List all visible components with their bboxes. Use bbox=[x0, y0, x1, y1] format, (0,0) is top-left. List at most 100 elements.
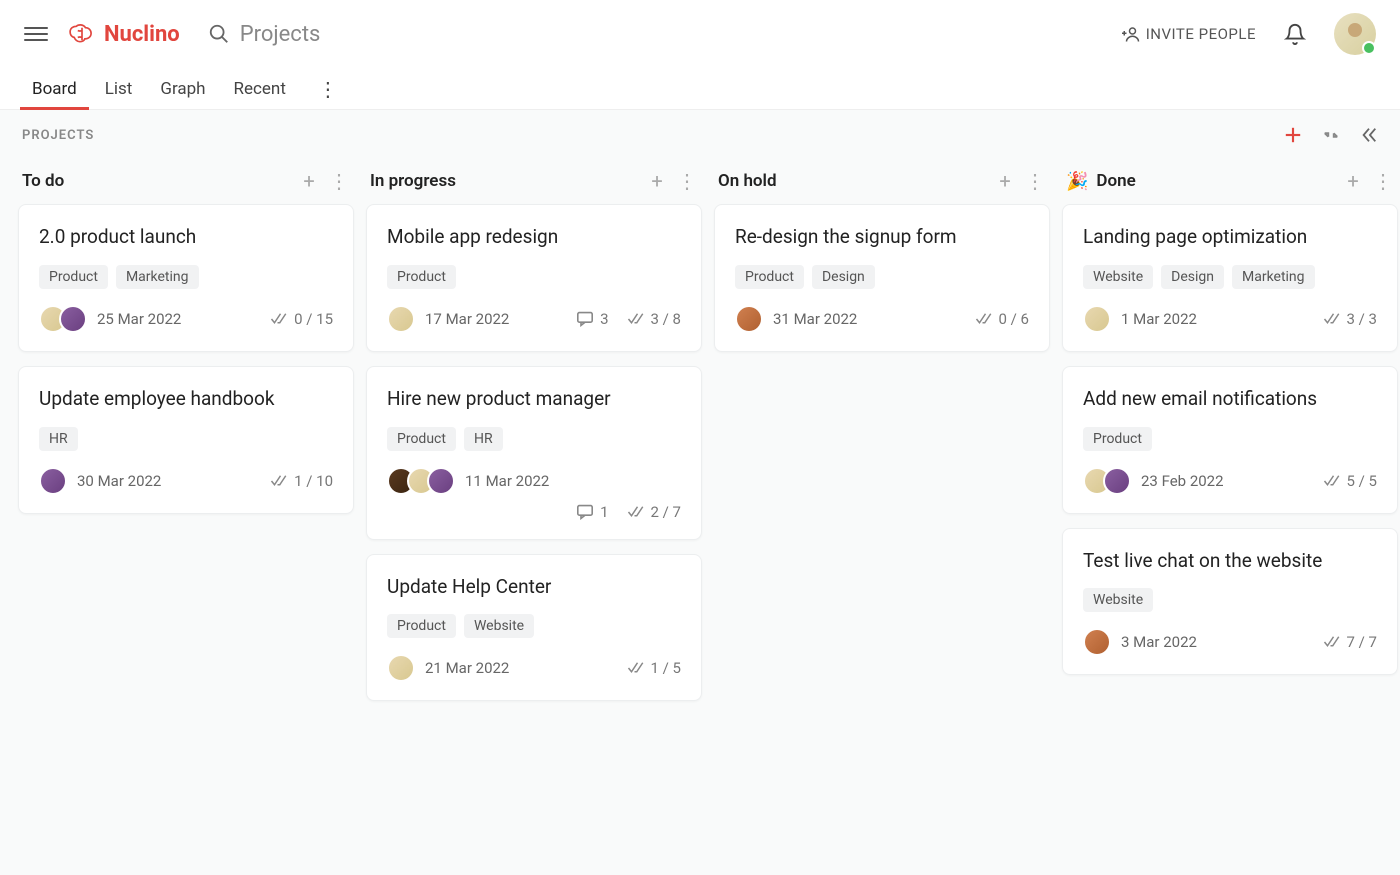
card[interactable]: Test live chat on the website Website 3 Ma… bbox=[1062, 528, 1398, 676]
topbar: Nuclino Projects INVITE PEOPLE bbox=[0, 0, 1400, 68]
card-date: 3 Mar 2022 bbox=[1121, 633, 1197, 651]
user-avatar[interactable] bbox=[1334, 13, 1376, 55]
card[interactable]: Re-design the signup form Product Design 31… bbox=[714, 204, 1050, 352]
card-title: Update employee handbook bbox=[39, 387, 333, 411]
card-avatars[interactable] bbox=[387, 467, 455, 495]
tag[interactable]: Product bbox=[735, 265, 804, 289]
checklist-count: 7 / 7 bbox=[1323, 633, 1378, 651]
collapse-icon[interactable] bbox=[1322, 126, 1340, 144]
card-avatars[interactable] bbox=[39, 305, 87, 333]
card[interactable]: Update employee handbook HR 30 Mar 2022 1 /… bbox=[18, 366, 354, 514]
tab-recent[interactable]: Recent bbox=[234, 68, 286, 109]
card-title: Add new email notifications bbox=[1083, 387, 1377, 411]
checklist-count: 2 / 7 bbox=[627, 503, 682, 521]
card-avatars[interactable] bbox=[387, 305, 415, 333]
avatar bbox=[735, 305, 763, 333]
tag[interactable]: HR bbox=[464, 427, 503, 451]
card-date: 30 Mar 2022 bbox=[77, 472, 161, 490]
column-more-icon[interactable] bbox=[328, 170, 350, 192]
column-title: On hold bbox=[718, 171, 777, 191]
card-tags: Product Website bbox=[387, 614, 681, 638]
checklist-count: 0 / 15 bbox=[270, 310, 333, 328]
avatar bbox=[39, 467, 67, 495]
card-date: 17 Mar 2022 bbox=[425, 310, 509, 328]
tab-board[interactable]: Board bbox=[32, 68, 77, 109]
tag[interactable]: Website bbox=[464, 614, 534, 638]
tag[interactable]: Product bbox=[387, 265, 456, 289]
column-header: On hold + bbox=[714, 164, 1050, 204]
column-title: In progress bbox=[370, 171, 456, 191]
card-avatars[interactable] bbox=[387, 654, 415, 682]
search[interactable]: Projects bbox=[208, 22, 321, 47]
card-avatars[interactable] bbox=[735, 305, 763, 333]
add-button[interactable] bbox=[1284, 126, 1302, 144]
invite-people-button[interactable]: INVITE PEOPLE bbox=[1122, 25, 1256, 43]
card-footer: 25 Mar 2022 0 / 15 bbox=[39, 305, 333, 333]
column-more-icon[interactable] bbox=[1372, 170, 1394, 192]
card-avatars[interactable] bbox=[1083, 467, 1131, 495]
avatar bbox=[1083, 305, 1111, 333]
card-title: Test live chat on the website bbox=[1083, 549, 1377, 573]
card[interactable]: Add new email notificationsProduct23 Feb… bbox=[1062, 366, 1398, 514]
tag[interactable]: Design bbox=[1161, 265, 1224, 289]
column-add-icon[interactable]: + bbox=[994, 170, 1016, 192]
column-add-icon[interactable]: + bbox=[1342, 170, 1364, 192]
card[interactable]: Mobile app redesign Product 17 Mar 202233 … bbox=[366, 204, 702, 352]
card[interactable]: Hire new product managerProductHR11 Mar … bbox=[366, 366, 702, 540]
column: On hold + Re-design the signup form Product… bbox=[714, 164, 1050, 366]
tag[interactable]: Product bbox=[1083, 427, 1152, 451]
checklist-count: 0 / 6 bbox=[975, 310, 1030, 328]
notifications-icon[interactable] bbox=[1284, 23, 1306, 45]
search-icon bbox=[208, 23, 230, 45]
breadcrumb[interactable]: PROJECTS bbox=[22, 128, 94, 143]
column-more-icon[interactable] bbox=[676, 170, 698, 192]
column-title: Done bbox=[1096, 171, 1135, 191]
search-placeholder: Projects bbox=[240, 22, 321, 47]
card-title: Mobile app redesign bbox=[387, 225, 681, 249]
tab-list[interactable]: List bbox=[105, 68, 133, 109]
column-add-icon[interactable]: + bbox=[298, 170, 320, 192]
card-title: Re-design the signup form bbox=[735, 225, 1029, 249]
checklist-count: 1 / 10 bbox=[270, 472, 333, 490]
card-title: Landing page optimization bbox=[1083, 225, 1377, 249]
logo-text: Nuclino bbox=[104, 22, 180, 47]
invite-label: INVITE PEOPLE bbox=[1146, 25, 1256, 43]
card-avatars[interactable] bbox=[1083, 628, 1111, 656]
logo[interactable]: Nuclino bbox=[68, 22, 180, 47]
card[interactable]: Landing page optimization Website Design Ma… bbox=[1062, 204, 1398, 352]
tag[interactable]: HR bbox=[39, 427, 78, 451]
invite-icon bbox=[1122, 26, 1140, 42]
column-more-icon[interactable] bbox=[1024, 170, 1046, 192]
card-footer: 11 Mar 2022 bbox=[387, 467, 681, 495]
tag[interactable]: Website bbox=[1083, 588, 1153, 612]
tab-graph[interactable]: Graph bbox=[160, 68, 205, 109]
card-avatars[interactable] bbox=[1083, 305, 1111, 333]
column: To do +2.0 product launch Product Marketing… bbox=[18, 164, 354, 528]
card-date: 25 Mar 2022 bbox=[97, 310, 181, 328]
tag[interactable]: Marketing bbox=[1232, 265, 1315, 289]
card-tags: Product bbox=[387, 265, 681, 289]
menu-icon[interactable] bbox=[24, 22, 48, 46]
column-header: In progress + bbox=[366, 164, 702, 204]
card-date: 31 Mar 2022 bbox=[773, 310, 857, 328]
card-tags: Product Design bbox=[735, 265, 1029, 289]
tag[interactable]: Product bbox=[39, 265, 108, 289]
tag[interactable]: Website bbox=[1083, 265, 1153, 289]
column-title: To do bbox=[22, 171, 64, 191]
card-avatars[interactable] bbox=[39, 467, 67, 495]
chevron-left-icon[interactable] bbox=[1360, 126, 1378, 144]
card[interactable]: Update Help CenterProductWebsite21 Mar 2… bbox=[366, 554, 702, 702]
card-footer: 17 Mar 202233 / 8 bbox=[387, 305, 681, 333]
comments-count: 1 bbox=[576, 503, 608, 521]
card-title: 2.0 product launch bbox=[39, 225, 333, 249]
tag[interactable]: Marketing bbox=[116, 265, 199, 289]
card[interactable]: 2.0 product launch Product Marketing 25 Mar… bbox=[18, 204, 354, 352]
card-footer-2: 1 2 / 7 bbox=[387, 503, 681, 521]
card-tags: Product bbox=[1083, 427, 1377, 451]
tag[interactable]: Product bbox=[387, 427, 456, 451]
column-add-icon[interactable]: + bbox=[646, 170, 668, 192]
card-footer: 1 Mar 20223 / 3 bbox=[1083, 305, 1377, 333]
tag[interactable]: Design bbox=[812, 265, 875, 289]
tag[interactable]: Product bbox=[387, 614, 456, 638]
tabs-more-icon[interactable] bbox=[314, 77, 342, 101]
